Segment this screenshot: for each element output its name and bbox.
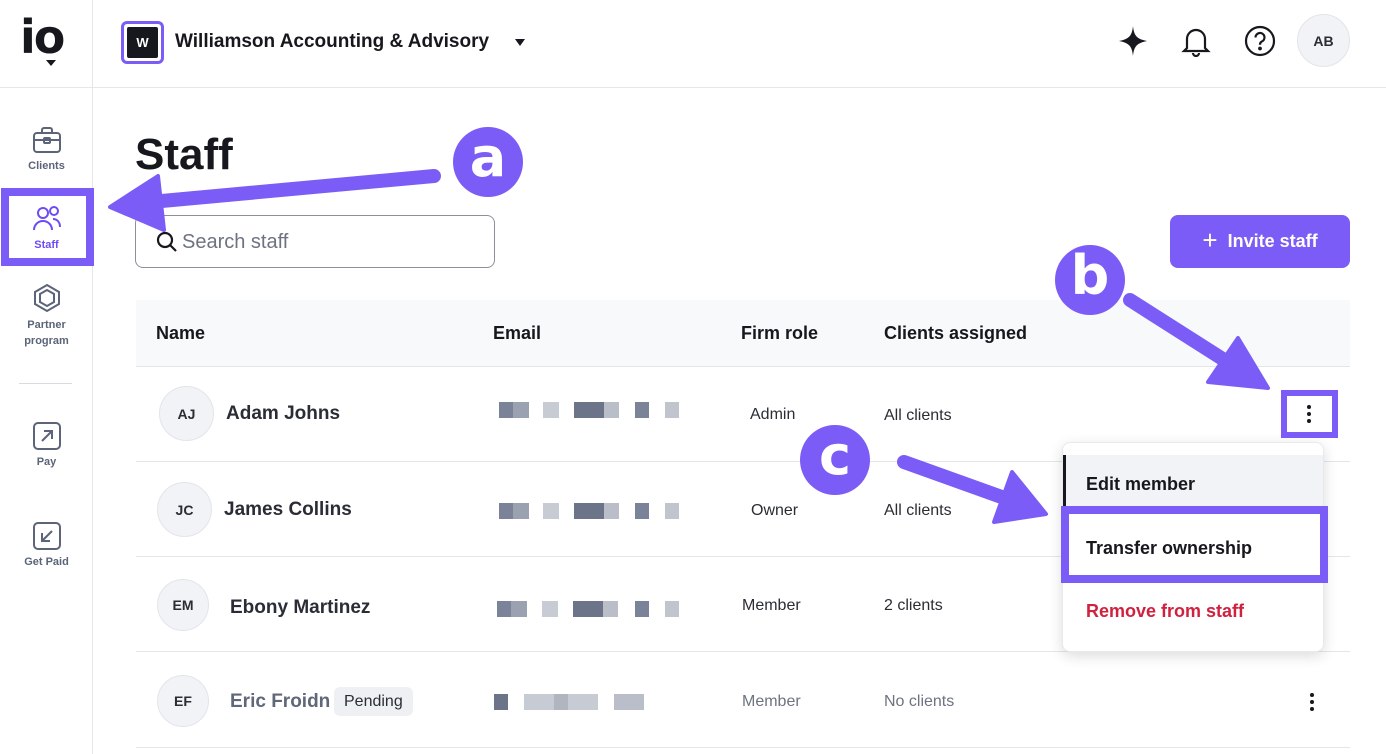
annotation-arrows <box>108 169 1270 524</box>
annotation-badge-b: b <box>1055 245 1125 315</box>
annotation-badge-c: c <box>800 425 870 495</box>
annotation-badge-a: a <box>453 127 523 197</box>
